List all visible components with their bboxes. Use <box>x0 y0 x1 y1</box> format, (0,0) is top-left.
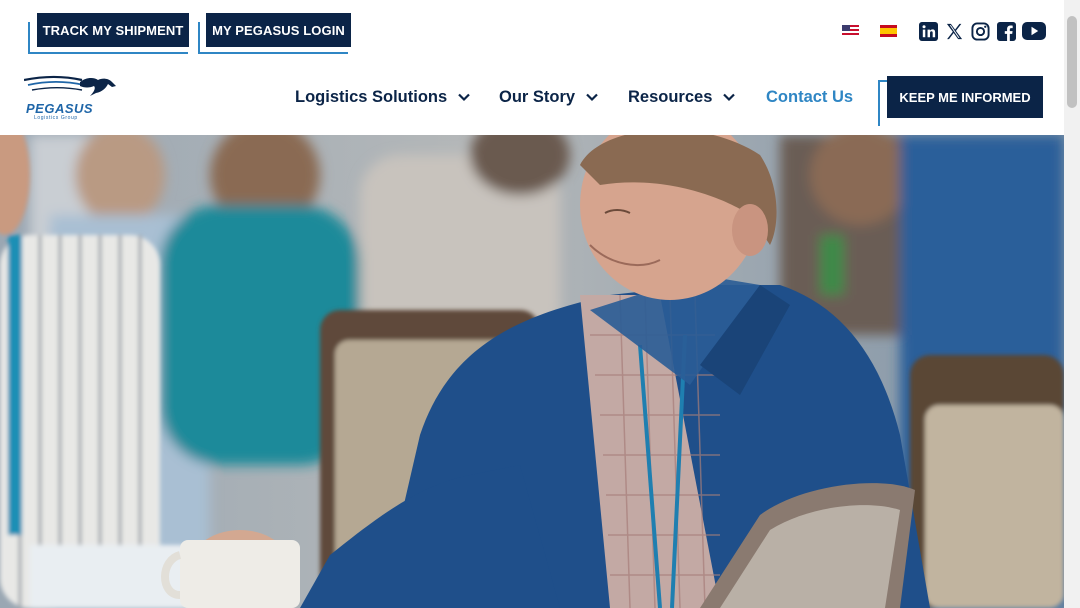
chevron-down-icon <box>722 90 736 104</box>
nav-solutions-label: Logistics Solutions <box>295 87 448 106</box>
logo-tagline: Logistics Group <box>34 115 78 121</box>
nav-resources-label: Resources <box>628 87 713 106</box>
scrollbar-thumb[interactable] <box>1067 16 1077 108</box>
site-header: TRACK MY SHIPMENT MY PEGASUS LOGIN PEGAS… <box>0 0 1064 135</box>
spain-flag-icon[interactable] <box>880 25 897 37</box>
nav-resources[interactable]: Resources <box>628 86 736 108</box>
social-links <box>918 21 1046 41</box>
page-scrollbar[interactable] <box>1064 0 1080 608</box>
page: TRACK MY SHIPMENT MY PEGASUS LOGIN PEGAS… <box>0 0 1064 608</box>
nav-story-label: Our Story <box>499 87 576 106</box>
x-icon[interactable] <box>944 21 964 41</box>
logo-name: PEGASUS <box>26 101 94 116</box>
conference-photo <box>0 135 1064 608</box>
track-shipment-button[interactable]: TRACK MY SHIPMENT <box>37 13 189 47</box>
chevron-down-icon <box>457 90 471 104</box>
keep-me-informed-button[interactable]: KEEP ME INFORMED <box>887 76 1043 118</box>
instagram-icon[interactable] <box>970 21 990 41</box>
nav-our-story[interactable]: Our Story <box>499 86 599 108</box>
pegasus-logo[interactable]: PEGASUS Logistics Group <box>23 74 120 122</box>
nav-contact-label: Contact Us <box>766 87 854 106</box>
youtube-icon[interactable] <box>1022 21 1046 41</box>
nav-contact-us[interactable]: Contact Us <box>766 86 853 108</box>
pegasus-horse-icon <box>23 75 116 96</box>
pegasus-login-button[interactable]: MY PEGASUS LOGIN <box>206 13 351 47</box>
linkedin-icon[interactable] <box>918 21 938 41</box>
facebook-icon[interactable] <box>996 21 1016 41</box>
chevron-down-icon <box>585 90 599 104</box>
us-flag-icon[interactable] <box>842 25 859 37</box>
hero-image <box>0 135 1064 608</box>
nav-logistics-solutions[interactable]: Logistics Solutions <box>295 86 471 108</box>
